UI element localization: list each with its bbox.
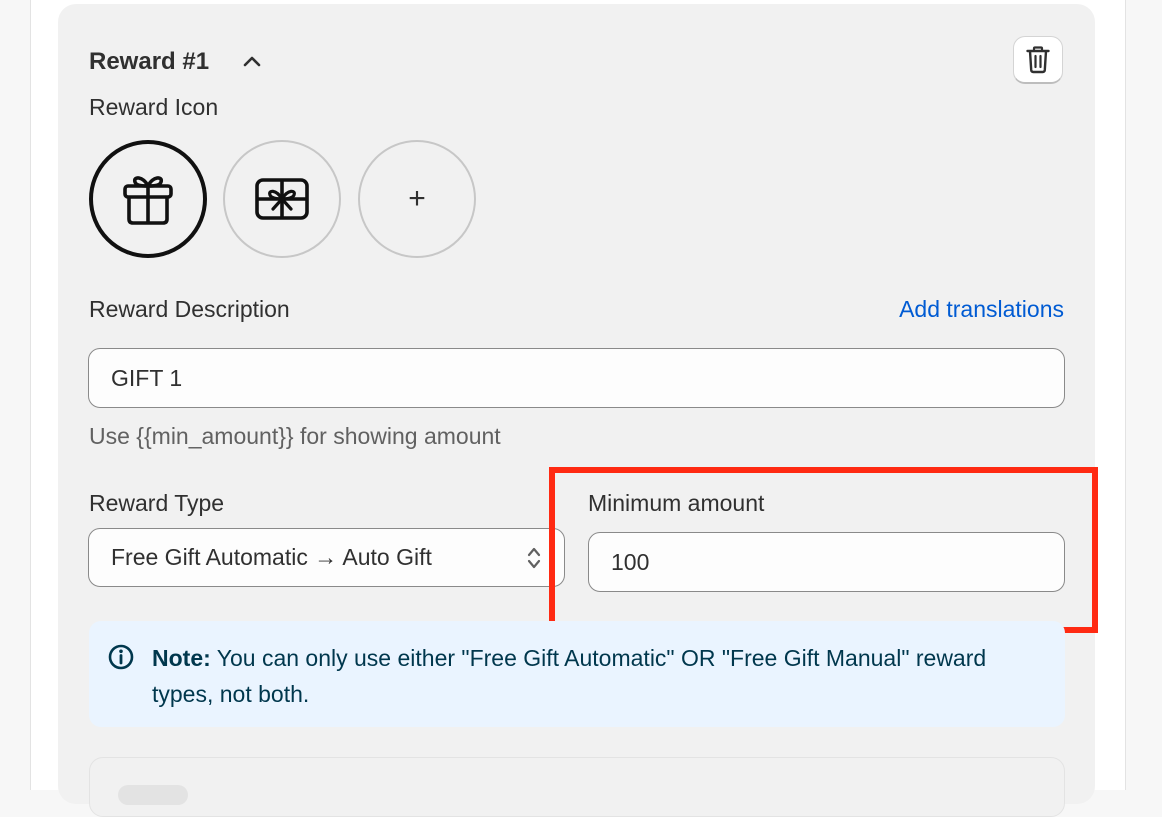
reward-icon-option-gift-card[interactable] — [223, 140, 341, 258]
gift-icon — [123, 176, 173, 225]
chevron-up-icon — [243, 56, 261, 67]
note-text: Note: You can only use either "Free Gift… — [152, 640, 1052, 712]
reward-icon-option-gift[interactable] — [89, 140, 207, 258]
reward-type-select[interactable]: Free Gift Automatic → Auto Gift — [88, 528, 565, 587]
reward-description-label: Reward Description — [89, 296, 290, 322]
info-icon — [108, 644, 134, 670]
reward-type-label: Reward Type — [89, 490, 225, 516]
gift-card-icon — [255, 178, 309, 220]
collapse-button[interactable] — [236, 46, 268, 76]
reward-description-help: Use {{min_amount}} for showing amount — [89, 423, 501, 449]
plus-icon: + — [408, 182, 426, 215]
next-section-card — [89, 757, 1065, 817]
note-message: You can only use either "Free Gift Autom… — [152, 645, 987, 707]
highlight-box — [549, 467, 1098, 633]
reward-description-value: GIFT 1 — [111, 364, 183, 391]
reward-title: Reward #1 — [89, 48, 210, 75]
reward-type-value: Free Gift Automatic → Auto Gift — [111, 544, 432, 570]
delete-reward-button[interactable] — [1013, 36, 1063, 84]
next-section-toggle[interactable] — [118, 785, 188, 805]
add-translations-link[interactable]: Add translations — [899, 295, 1064, 323]
note-prefix: Note: — [152, 645, 211, 671]
reward-icon-label: Reward Icon — [89, 94, 219, 120]
select-chevron-icon — [527, 547, 541, 568]
reward-description-input[interactable]: GIFT 1 — [88, 348, 1065, 408]
add-reward-icon-button[interactable]: + — [358, 140, 476, 258]
trash-icon — [1026, 45, 1050, 73]
